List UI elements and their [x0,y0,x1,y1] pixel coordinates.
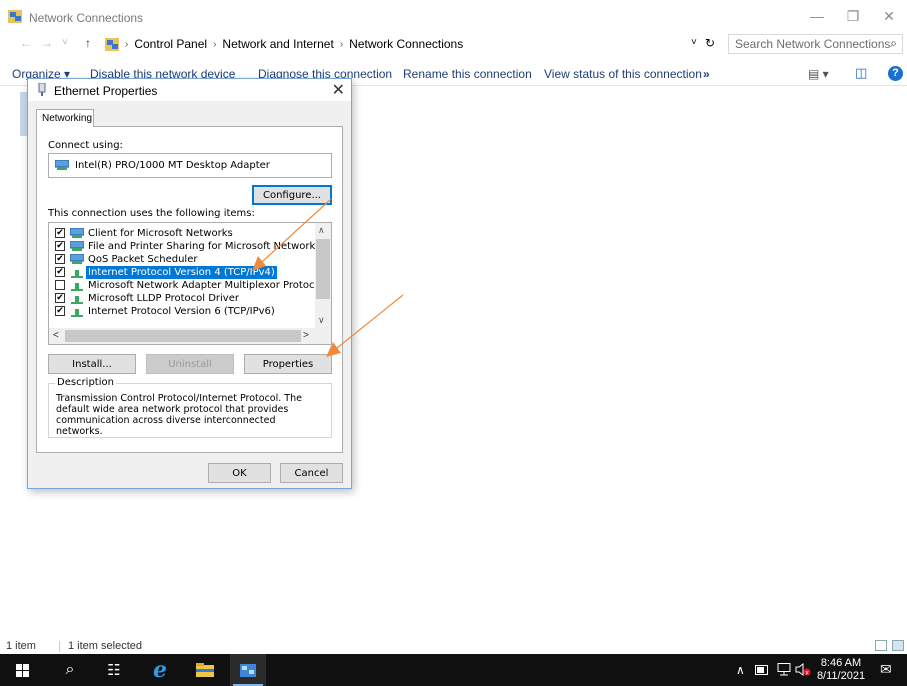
annotation-arrow-properties [326,294,404,357]
internet-explorer-icon[interactable]: e [142,654,178,686]
battery-icon[interactable] [755,665,769,675]
control-panel-taskbar-icon[interactable] [230,654,266,686]
windows-logo-icon [15,663,29,677]
network-tray-icon[interactable] [777,663,791,676]
item-count: 1 item [6,640,36,652]
start-button[interactable] [4,654,40,686]
annotation-arrows [252,198,404,357]
file-explorer-icon[interactable] [187,654,223,686]
clock-date: 8/11/2021 [816,670,866,682]
clock[interactable]: 8:46 AM 8/11/2021 [812,657,870,683]
tab-networking[interactable]: Networking [36,109,94,127]
large-icons-view-icon[interactable] [892,640,904,651]
details-view-icon[interactable] [875,640,887,651]
svg-text:x: x [805,669,809,676]
action-center-icon[interactable]: ✉ [880,661,892,678]
annotation-arrow-ipv4 [252,198,332,271]
search-icon[interactable]: ⌕ [52,654,88,686]
tray-overflow-chevron-icon[interactable]: ∧ [736,663,745,677]
task-view-icon[interactable]: ☷ [96,654,132,686]
volume-muted-icon[interactable]: x [795,663,811,676]
taskbar: ⌕ ☷ e ∧ x 8:46 AM 8/11/2021 ✉ [0,654,907,686]
selected-count: 1 item selected [68,640,142,652]
status-separator [59,641,60,652]
status-bar: 1 item 1 item selected [0,638,907,654]
clock-time: 8:46 AM [820,657,862,669]
